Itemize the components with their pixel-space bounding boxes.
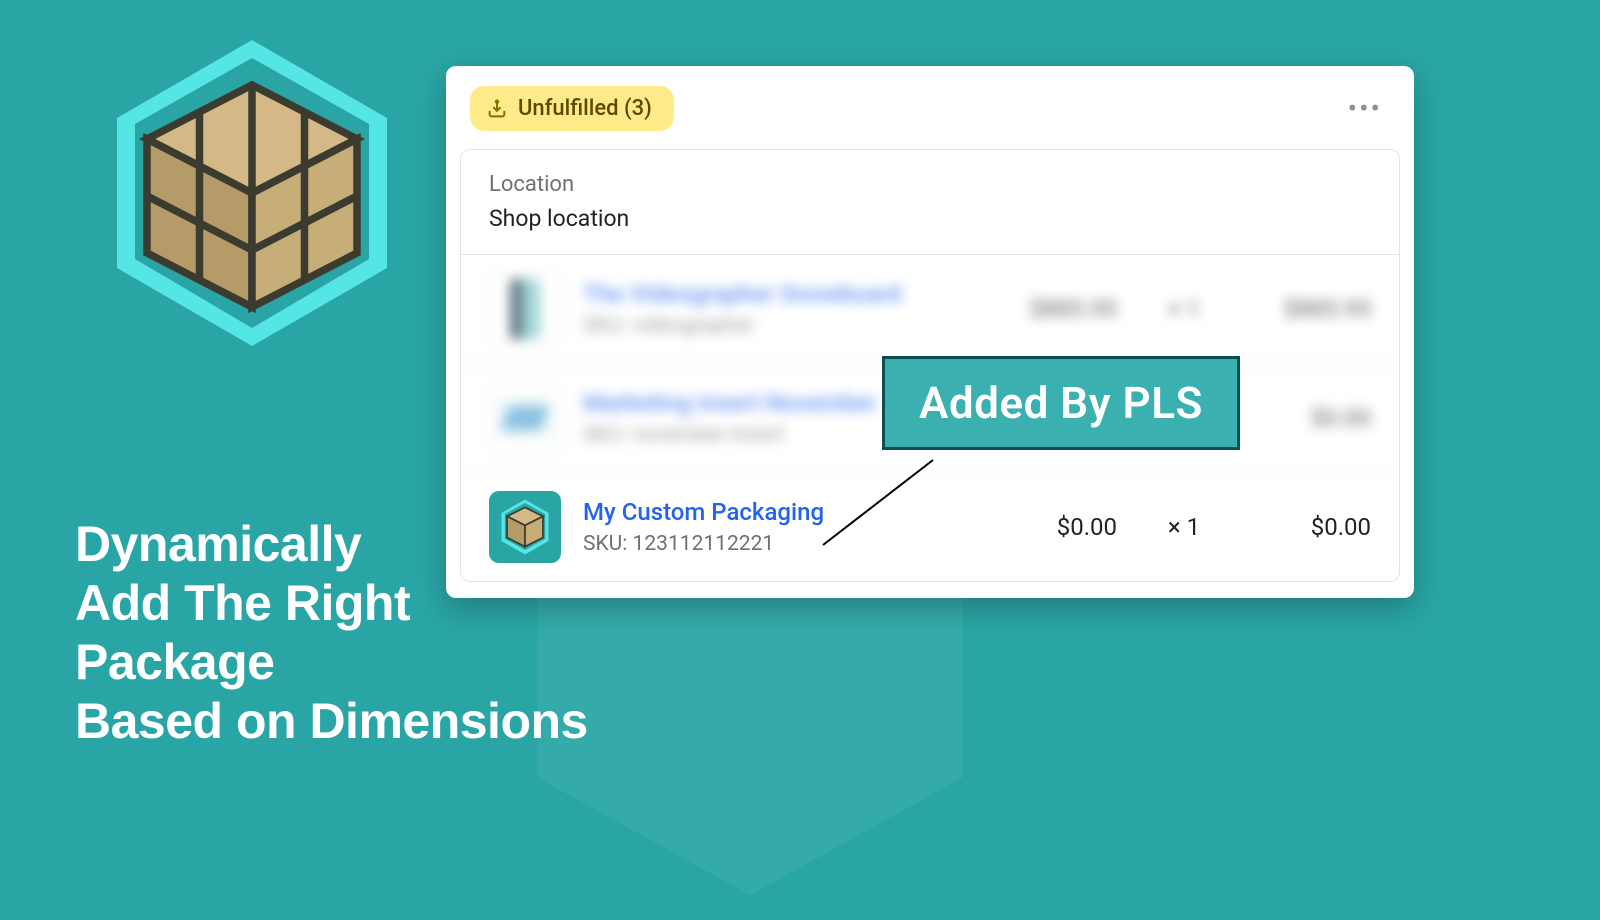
line-total: $885.95 bbox=[1251, 295, 1371, 323]
line-item-row: The Videographer Snowboard SKU: videogra… bbox=[461, 255, 1399, 364]
product-title[interactable]: My Custom Packaging bbox=[583, 498, 1035, 526]
more-actions-button[interactable]: ••• bbox=[1342, 88, 1388, 129]
product-sku: SKU: videographer bbox=[583, 314, 1008, 338]
product-thumb bbox=[489, 273, 561, 345]
headline-line-3: Package bbox=[75, 633, 588, 692]
location-label: Location bbox=[489, 172, 1371, 197]
product-title[interactable]: The Videographer Snowboard bbox=[583, 280, 1008, 308]
line-qty: × 1 bbox=[1139, 295, 1229, 323]
unfulfilled-badge: Unfulfilled (3) bbox=[470, 86, 674, 131]
line-item-row: My Custom Packaging SKU: 123112112221 $0… bbox=[461, 473, 1399, 581]
product-sku: SKU: 123112112221 bbox=[583, 532, 1035, 556]
line-price: $885.95 bbox=[1030, 295, 1117, 323]
product-thumb-box-icon bbox=[489, 491, 561, 563]
annotation-callout: Added By PLS bbox=[882, 356, 1240, 450]
app-logo bbox=[102, 28, 402, 358]
line-total: $0.00 bbox=[1251, 513, 1371, 541]
headline-line-4: Based on Dimensions bbox=[75, 692, 588, 751]
location-section: Location Shop location bbox=[461, 150, 1399, 255]
card-header: Unfulfilled (3) ••• bbox=[446, 66, 1414, 149]
fulfillment-card: Unfulfilled (3) ••• Location Shop locati… bbox=[446, 66, 1414, 598]
product-thumb bbox=[489, 382, 561, 454]
line-total: $0.00 bbox=[1251, 404, 1371, 432]
badge-label: Unfulfilled (3) bbox=[518, 96, 652, 121]
location-value: Shop location bbox=[489, 205, 1371, 232]
line-price: $0.00 bbox=[1057, 513, 1117, 541]
line-qty: × 1 bbox=[1139, 513, 1229, 541]
unfulfilled-icon bbox=[486, 98, 508, 120]
